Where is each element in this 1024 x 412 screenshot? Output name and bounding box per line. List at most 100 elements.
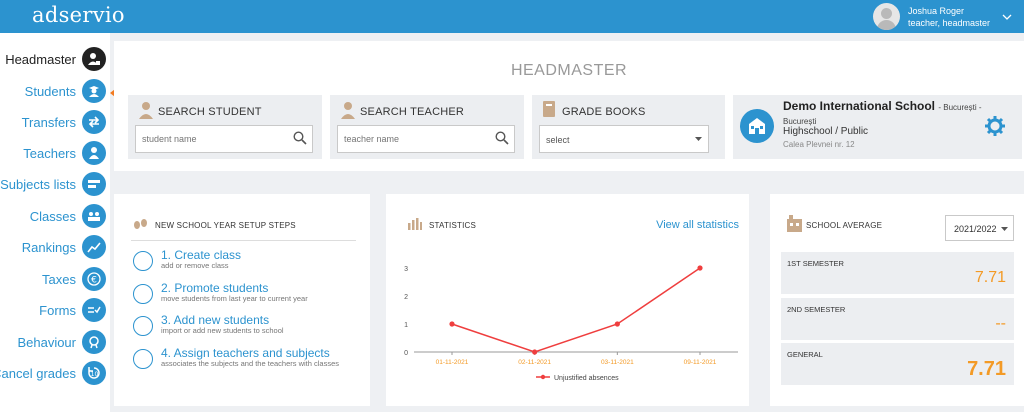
headmaster-icon	[82, 47, 106, 71]
classes-icon	[82, 204, 106, 228]
sidebar-item-headmaster[interactable]: Headmaster	[5, 46, 106, 72]
sidebar-item-label: Subjects lists	[0, 176, 76, 192]
sidebar-item-label: Behaviour	[17, 334, 76, 350]
y-tick-label: 1	[404, 322, 408, 329]
teacher-icon	[341, 102, 355, 119]
step-circle[interactable]	[133, 251, 153, 271]
step-title[interactable]: 1. Create class	[161, 248, 241, 262]
book-icon	[543, 101, 555, 117]
step-circle[interactable]	[133, 284, 153, 304]
sidebar-item-forms[interactable]: Forms	[39, 297, 106, 323]
y-tick-label: 2	[404, 294, 408, 301]
dropdown-caret-icon	[695, 137, 702, 141]
search-teacher-input[interactable]	[337, 125, 515, 153]
user-role: teacher, headmaster	[907, 17, 990, 28]
rankings-icon	[82, 235, 106, 259]
sidebar-item-cancel-grades[interactable]: Cancel grades 10	[0, 360, 106, 386]
sidebar-item-rankings[interactable]: Rankings	[22, 234, 106, 260]
school-year-value: 2021/2022	[954, 224, 997, 234]
medal-icon	[82, 330, 106, 354]
main-content: HEADMASTER SEARCH STUDENT SEARCH TEACHER…	[114, 41, 1024, 412]
data-point	[532, 349, 538, 355]
average-label: GENERAL	[787, 350, 823, 359]
sidebar-item-classes[interactable]: Classes	[30, 203, 106, 229]
sidebar-item-label: Classes	[29, 208, 76, 224]
school-average-title: SCHOOL AVERAGE	[806, 221, 883, 230]
footsteps-icon	[134, 219, 147, 229]
sidebar-item-students[interactable]: Students	[25, 78, 106, 104]
svg-text:10: 10	[91, 371, 99, 378]
school-average-card: SCHOOL AVERAGE 2021/2022 1ST SEMESTER 7.…	[770, 194, 1024, 406]
y-tick-label: 0	[404, 350, 408, 357]
sidebar-item-transfers[interactable]: Transfers	[22, 109, 106, 135]
step-desc: associates the subjects and the teachers…	[161, 359, 340, 368]
general-average: GENERAL 7.71	[781, 343, 1014, 385]
sidebar-item-teachers[interactable]: Teachers	[23, 140, 106, 166]
sidebar-item-label: Transfers	[21, 114, 76, 130]
dropdown-caret-icon	[1001, 227, 1008, 231]
page-title: HEADMASTER	[510, 62, 628, 79]
sidebar-item-taxes[interactable]: Taxes €	[42, 266, 106, 292]
semester2-average: 2ND SEMESTER --	[781, 298, 1014, 340]
school-type: Highschool / Public	[783, 126, 869, 137]
top-bar: adservio Joshua Roger teacher, headmaste…	[0, 0, 1024, 33]
school-building-icon	[740, 109, 774, 143]
step-circle[interactable]	[133, 316, 153, 336]
x-tick-label: 09-11-2021	[684, 359, 717, 366]
transfers-icon	[82, 110, 106, 134]
average-value: 7.71	[974, 269, 1006, 286]
teachers-icon	[82, 141, 106, 165]
search-student-box: SEARCH STUDENT	[128, 95, 322, 159]
school-name-line: Demo International School - București - …	[783, 100, 1003, 128]
data-point	[449, 321, 455, 327]
student-icon	[139, 102, 153, 119]
search-teacher-box: SEARCH TEACHER	[330, 95, 524, 159]
average-label: 1ST SEMESTER	[787, 259, 844, 268]
grade-books-box: GRADE BOOKS select	[532, 95, 725, 159]
forms-icon	[82, 298, 106, 322]
subjects-icon	[82, 172, 106, 196]
cancel-grades-icon: 10	[82, 361, 106, 385]
sidebar-item-label: Teachers	[23, 145, 76, 161]
divider	[131, 240, 356, 241]
data-point	[697, 265, 703, 271]
sidebar-item-subjects-lists[interactable]: Subjects lists	[0, 171, 106, 197]
setup-steps-card: NEW SCHOOL YEAR SETUP STEPS 1. Create cl…	[114, 194, 370, 406]
chevron-down-icon[interactable]	[1002, 12, 1012, 22]
step-title[interactable]: 4. Assign teachers and subjects	[161, 346, 330, 360]
step-title[interactable]: 3. Add new students	[161, 313, 269, 327]
sidebar-item-behaviour[interactable]: Behaviour	[17, 329, 106, 355]
sidebar-item-label: Cancel grades	[0, 365, 76, 381]
school-name: Demo International School	[783, 99, 936, 113]
user-menu[interactable]: Joshua Roger teacher, headmaster	[872, 0, 1024, 33]
x-tick-label: 03-11-2021	[601, 359, 634, 366]
semester1-average: 1ST SEMESTER 7.71	[781, 252, 1014, 294]
sidebar-item-label: Taxes	[42, 271, 76, 287]
average-value: --	[995, 315, 1006, 332]
search-student-input[interactable]	[135, 125, 313, 153]
step-desc: import or add new students to school	[161, 326, 284, 335]
gear-icon[interactable]	[985, 116, 1005, 136]
search-icon[interactable]	[293, 131, 307, 145]
step-circle[interactable]	[133, 349, 153, 369]
students-icon	[82, 79, 106, 103]
grade-books-selected: select	[546, 135, 570, 145]
grade-books-select[interactable]: select	[539, 125, 709, 153]
search-student-title: SEARCH STUDENT	[158, 106, 262, 118]
step-title[interactable]: 2. Promote students	[161, 281, 268, 295]
average-value: 7.71	[967, 358, 1006, 380]
sidebar-item-label: Forms	[39, 302, 76, 318]
header-panel: HEADMASTER SEARCH STUDENT SEARCH TEACHER…	[114, 41, 1024, 171]
sidebar-item-label: Students	[24, 83, 76, 99]
data-point	[614, 321, 620, 327]
user-avatar[interactable]	[872, 3, 900, 30]
school-icon	[787, 215, 802, 232]
euro-icon: €	[82, 267, 106, 291]
legend-label: Unjustified absences	[554, 375, 619, 382]
search-icon[interactable]	[495, 131, 509, 145]
school-year-select[interactable]: 2021/2022	[945, 215, 1014, 241]
sidebar: Headmaster Students Transfers Teachers S…	[0, 33, 110, 412]
app-logo[interactable]: adservio	[32, 3, 125, 27]
sidebar-item-label: Headmaster	[5, 51, 76, 67]
school-address: Calea Plevnei nr. 12	[783, 140, 855, 149]
